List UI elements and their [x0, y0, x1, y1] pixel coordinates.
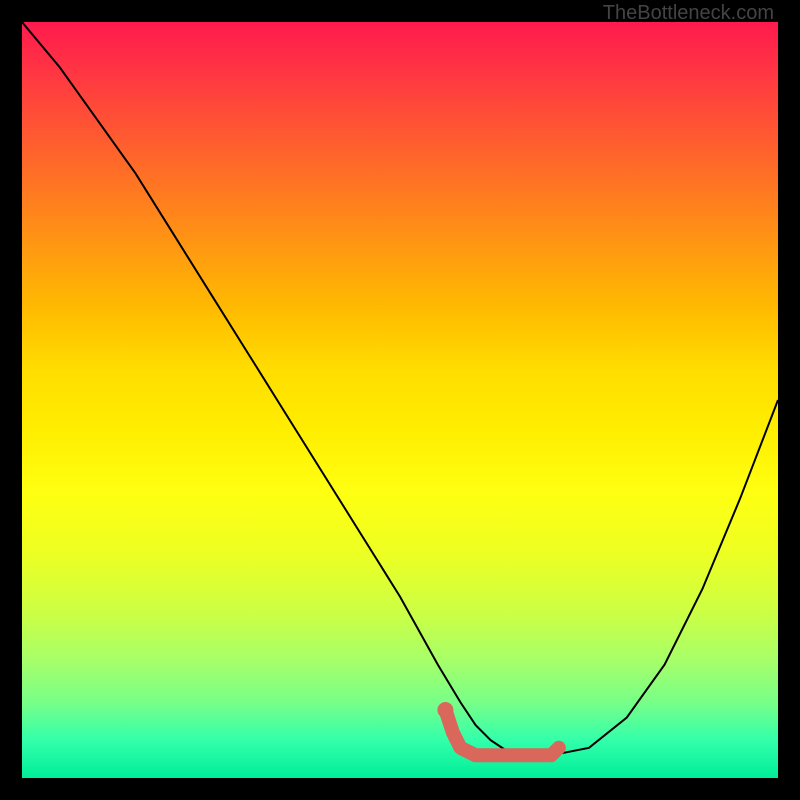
curve-group: [22, 22, 778, 755]
watermark-text: TheBottleneck.com: [603, 2, 774, 25]
optimal-zone-path: [445, 710, 558, 755]
chart-frame: TheBottleneck.com: [0, 0, 800, 800]
bottleneck-curve-path: [22, 22, 778, 755]
optimal-start-dot: [437, 702, 453, 718]
chart-svg: [22, 22, 778, 778]
plot-area: [22, 22, 778, 778]
